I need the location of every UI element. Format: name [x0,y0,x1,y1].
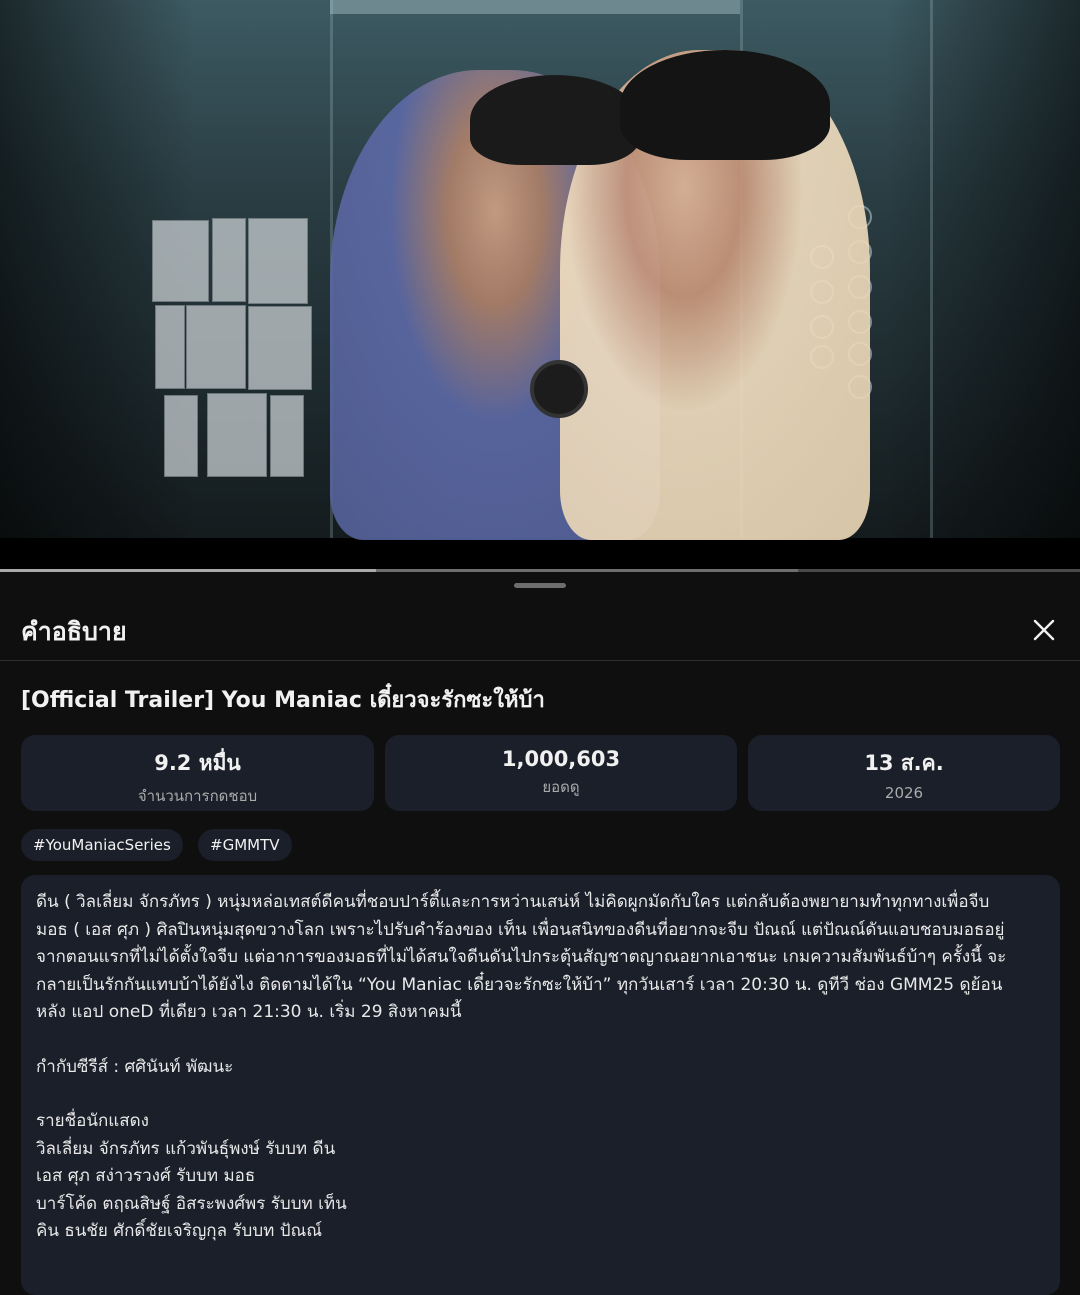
description-line: จากตอนแรกที่ไม่ได้ตั้งใจจีบ แต่อาการของม… [36,947,1007,967]
hashtag-link[interactable]: #YouManiacSeries [21,829,183,861]
description-line: มอธ ( เอส ศุภ ) ศิลปินหนุ่มสุดขวางโลก เพ… [36,919,1005,940]
description-line: กลายเป็นรักกันแทบบ้าได้ยังไง ติดตามได้ใน… [36,974,1003,995]
close-icon [1033,619,1055,641]
wristwatch [530,360,588,418]
video-player[interactable] [0,0,1080,570]
stat-date: 13 ส.ค. 2026 [748,735,1060,811]
stat-views: 1,000,603 ยอดดู [385,735,737,811]
description-line: ดีน ( วิลเลี่ยม จักรภัทร ) หนุ่มหล่อเทสต… [36,892,990,912]
stat-value: 1,000,603 [501,747,621,771]
drag-handle[interactable] [514,583,566,588]
cast-line: วิลเลี่ยม จักรภัทร แก้วพันธุ์พงษ์ รับบท … [36,1138,336,1159]
cast-line: คิน ธนชัย ศักดิ์ชัยเจริญกุล รับบท ปัณณ์ [36,1221,323,1241]
stats-row: 9.2 หมื่น จำนวนการกดชอบ 1,000,603 ยอดดู … [21,735,1060,811]
stat-value: 13 ส.ค. [864,751,944,775]
director-credit: กำกับซีรีส์ : ศศินันท์ พัฒนะ [36,1056,234,1077]
stat-label: จำนวนการกดชอบ [137,787,258,805]
cast-line: เอส ศุภ สง่าวรวงศ์ รับบท มอธ [36,1166,256,1186]
video-frame [0,0,1080,540]
description-text: ดีน ( วิลเลี่ยม จักรภัทร ) หนุ่มหล่อเทสต… [36,889,1041,1246]
stat-likes: 9.2 หมื่น จำนวนการกดชอบ [21,735,374,811]
sheet-title: คำอธิบาย [21,617,127,646]
sheet-header: คำอธิบาย [0,600,1080,661]
cast-heading: รายชื่อนักแสดง [36,1111,149,1131]
description-box: ดีน ( วิลเลี่ยม จักรภัทร ) หนุ่มหล่อเทสต… [21,875,1060,1295]
stat-value: 9.2 หมื่น [154,751,241,775]
hashtag-link[interactable]: #GMMTV [198,829,292,861]
close-button[interactable] [1024,610,1064,650]
stat-label: 2026 [884,784,924,802]
cast-line: บาร์โค้ด ตฤณสิษฐ์ อิสระพงศ์พร รับบท เท็น [36,1193,347,1214]
video-title: [Official Trailer] You Maniac เดี๋ยวจะรั… [21,688,545,713]
description-line: หลัง แอป oneD ที่เดียว เวลา 21:30 น. เริ… [36,1002,462,1022]
stat-label: ยอดดู [542,778,580,796]
description-sheet: คำอธิบาย [Official Trailer] You Maniac เ… [0,572,1080,1295]
